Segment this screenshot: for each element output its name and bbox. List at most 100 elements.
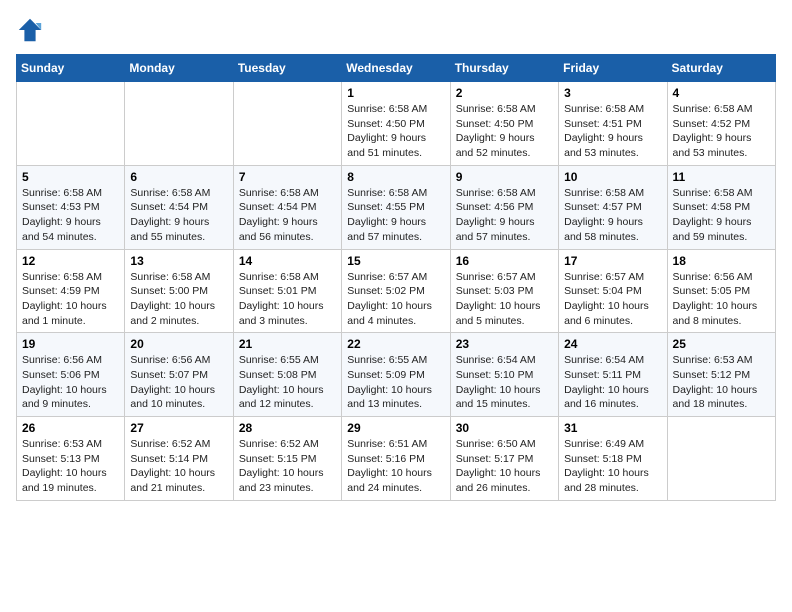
calendar-cell	[233, 82, 341, 166]
day-number: 2	[456, 86, 553, 100]
calendar-week-row: 1 Sunrise: 6:58 AM Sunset: 4:50 PM Daylig…	[17, 82, 776, 166]
day-number: 17	[564, 254, 661, 268]
calendar-cell: 6 Sunrise: 6:58 AM Sunset: 4:54 PM Daylig…	[125, 165, 233, 249]
calendar-cell: 16 Sunrise: 6:57 AM Sunset: 5:03 PM Dayli…	[450, 249, 558, 333]
day-number: 30	[456, 421, 553, 435]
day-number: 24	[564, 337, 661, 351]
calendar-cell: 24 Sunrise: 6:54 AM Sunset: 5:11 PM Dayli…	[559, 333, 667, 417]
calendar-cell	[125, 82, 233, 166]
calendar-cell: 31Sunrise: 6:49 AM Sunset: 5:18 PM Dayli…	[559, 417, 667, 501]
day-info: Sunrise: 6:58 AM Sunset: 4:53 PM Dayligh…	[22, 186, 119, 245]
day-info: Sunrise: 6:54 AM Sunset: 5:11 PM Dayligh…	[564, 353, 661, 412]
calendar-day-header: Wednesday	[342, 55, 450, 82]
day-info: Sunrise: 6:58 AM Sunset: 4:52 PM Dayligh…	[673, 102, 770, 161]
day-number: 14	[239, 254, 336, 268]
calendar-cell: 8 Sunrise: 6:58 AM Sunset: 4:55 PM Daylig…	[342, 165, 450, 249]
calendar-cell: 3 Sunrise: 6:58 AM Sunset: 4:51 PM Daylig…	[559, 82, 667, 166]
day-info: Sunrise: 6:56 AM Sunset: 5:05 PM Dayligh…	[673, 270, 770, 329]
day-info: Sunrise: 6:58 AM Sunset: 4:56 PM Dayligh…	[456, 186, 553, 245]
calendar-cell: 21 Sunrise: 6:55 AM Sunset: 5:08 PM Dayli…	[233, 333, 341, 417]
calendar-cell: 26 Sunrise: 6:53 AM Sunset: 5:13 PM Dayli…	[17, 417, 125, 501]
day-info: Sunrise: 6:58 AM Sunset: 4:54 PM Dayligh…	[130, 186, 227, 245]
day-number: 1	[347, 86, 444, 100]
day-info: Sunrise: 6:52 AM Sunset: 5:14 PM Dayligh…	[130, 437, 227, 496]
day-info: Sunrise: 6:58 AM Sunset: 5:00 PM Dayligh…	[130, 270, 227, 329]
day-number: 3	[564, 86, 661, 100]
calendar-table: SundayMondayTuesdayWednesdayThursdayFrid…	[16, 54, 776, 501]
calendar-cell	[667, 417, 775, 501]
day-number: 18	[673, 254, 770, 268]
day-info: Sunrise: 6:56 AM Sunset: 5:06 PM Dayligh…	[22, 353, 119, 412]
day-info: Sunrise: 6:54 AM Sunset: 5:10 PM Dayligh…	[456, 353, 553, 412]
day-number: 21	[239, 337, 336, 351]
calendar-cell: 22 Sunrise: 6:55 AM Sunset: 5:09 PM Dayli…	[342, 333, 450, 417]
day-info: Sunrise: 6:58 AM Sunset: 4:58 PM Dayligh…	[673, 186, 770, 245]
day-number: 20	[130, 337, 227, 351]
day-info: Sunrise: 6:58 AM Sunset: 4:51 PM Dayligh…	[564, 102, 661, 161]
calendar-cell: 13 Sunrise: 6:58 AM Sunset: 5:00 PM Dayli…	[125, 249, 233, 333]
day-number: 12	[22, 254, 119, 268]
day-info: Sunrise: 6:55 AM Sunset: 5:08 PM Dayligh…	[239, 353, 336, 412]
day-info: Sunrise: 6:57 AM Sunset: 5:03 PM Dayligh…	[456, 270, 553, 329]
calendar-cell: 2Sunrise: 6:58 AM Sunset: 4:50 PM Daylig…	[450, 82, 558, 166]
calendar-day-header: Saturday	[667, 55, 775, 82]
calendar-cell: 19 Sunrise: 6:56 AM Sunset: 5:06 PM Dayli…	[17, 333, 125, 417]
logo	[16, 16, 48, 44]
calendar-cell: 15Sunrise: 6:57 AM Sunset: 5:02 PM Dayli…	[342, 249, 450, 333]
day-number: 13	[130, 254, 227, 268]
day-number: 6	[130, 170, 227, 184]
page-header	[16, 16, 776, 44]
calendar-week-row: 5 Sunrise: 6:58 AM Sunset: 4:53 PM Daylig…	[17, 165, 776, 249]
day-info: Sunrise: 6:58 AM Sunset: 4:54 PM Dayligh…	[239, 186, 336, 245]
day-number: 27	[130, 421, 227, 435]
day-number: 11	[673, 170, 770, 184]
calendar-cell: 10 Sunrise: 6:58 AM Sunset: 4:57 PM Dayli…	[559, 165, 667, 249]
calendar-cell: 5 Sunrise: 6:58 AM Sunset: 4:53 PM Daylig…	[17, 165, 125, 249]
calendar-header-row: SundayMondayTuesdayWednesdayThursdayFrid…	[17, 55, 776, 82]
day-info: Sunrise: 6:53 AM Sunset: 5:13 PM Dayligh…	[22, 437, 119, 496]
day-number: 10	[564, 170, 661, 184]
calendar-week-row: 12 Sunrise: 6:58 AM Sunset: 4:59 PM Dayli…	[17, 249, 776, 333]
day-number: 23	[456, 337, 553, 351]
day-info: Sunrise: 6:58 AM Sunset: 5:01 PM Dayligh…	[239, 270, 336, 329]
day-info: Sunrise: 6:58 AM Sunset: 4:50 PM Dayligh…	[347, 102, 444, 161]
day-number: 22	[347, 337, 444, 351]
day-info: Sunrise: 6:58 AM Sunset: 4:57 PM Dayligh…	[564, 186, 661, 245]
calendar-cell: 27 Sunrise: 6:52 AM Sunset: 5:14 PM Dayli…	[125, 417, 233, 501]
day-number: 8	[347, 170, 444, 184]
day-info: Sunrise: 6:53 AM Sunset: 5:12 PM Dayligh…	[673, 353, 770, 412]
day-info: Sunrise: 6:55 AM Sunset: 5:09 PM Dayligh…	[347, 353, 444, 412]
calendar-cell: 17Sunrise: 6:57 AM Sunset: 5:04 PM Dayli…	[559, 249, 667, 333]
calendar-cell: 11 Sunrise: 6:58 AM Sunset: 4:58 PM Dayli…	[667, 165, 775, 249]
calendar-cell: 1 Sunrise: 6:58 AM Sunset: 4:50 PM Daylig…	[342, 82, 450, 166]
day-info: Sunrise: 6:58 AM Sunset: 4:59 PM Dayligh…	[22, 270, 119, 329]
day-number: 7	[239, 170, 336, 184]
calendar-cell: 28 Sunrise: 6:52 AM Sunset: 5:15 PM Dayli…	[233, 417, 341, 501]
calendar-week-row: 19 Sunrise: 6:56 AM Sunset: 5:06 PM Dayli…	[17, 333, 776, 417]
calendar-cell: 12 Sunrise: 6:58 AM Sunset: 4:59 PM Dayli…	[17, 249, 125, 333]
day-info: Sunrise: 6:51 AM Sunset: 5:16 PM Dayligh…	[347, 437, 444, 496]
day-number: 31	[564, 421, 661, 435]
calendar-cell: 7 Sunrise: 6:58 AM Sunset: 4:54 PM Daylig…	[233, 165, 341, 249]
day-number: 29	[347, 421, 444, 435]
calendar-day-header: Tuesday	[233, 55, 341, 82]
day-number: 25	[673, 337, 770, 351]
day-number: 16	[456, 254, 553, 268]
day-info: Sunrise: 6:56 AM Sunset: 5:07 PM Dayligh…	[130, 353, 227, 412]
calendar-cell: 30Sunrise: 6:50 AM Sunset: 5:17 PM Dayli…	[450, 417, 558, 501]
day-number: 28	[239, 421, 336, 435]
day-number: 5	[22, 170, 119, 184]
day-info: Sunrise: 6:58 AM Sunset: 4:55 PM Dayligh…	[347, 186, 444, 245]
calendar-cell: 18 Sunrise: 6:56 AM Sunset: 5:05 PM Dayli…	[667, 249, 775, 333]
calendar-cell: 25 Sunrise: 6:53 AM Sunset: 5:12 PM Dayli…	[667, 333, 775, 417]
calendar-day-header: Friday	[559, 55, 667, 82]
calendar-week-row: 26 Sunrise: 6:53 AM Sunset: 5:13 PM Dayli…	[17, 417, 776, 501]
calendar-cell: 14 Sunrise: 6:58 AM Sunset: 5:01 PM Dayli…	[233, 249, 341, 333]
calendar-cell: 9Sunrise: 6:58 AM Sunset: 4:56 PM Daylig…	[450, 165, 558, 249]
day-info: Sunrise: 6:57 AM Sunset: 5:02 PM Dayligh…	[347, 270, 444, 329]
day-number: 26	[22, 421, 119, 435]
logo-icon	[16, 16, 44, 44]
day-number: 19	[22, 337, 119, 351]
day-number: 4	[673, 86, 770, 100]
day-info: Sunrise: 6:52 AM Sunset: 5:15 PM Dayligh…	[239, 437, 336, 496]
